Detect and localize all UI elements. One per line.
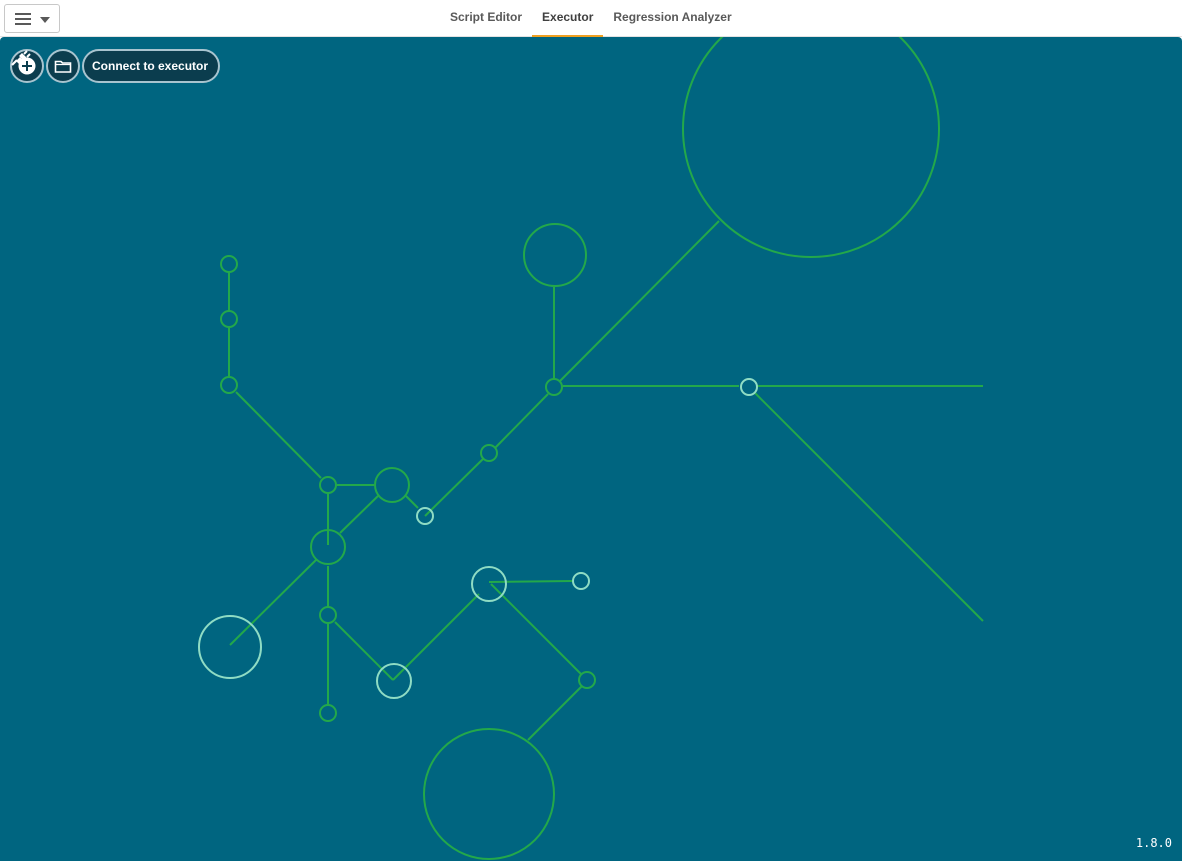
tab-script-editor[interactable]: Script Editor [440,0,532,37]
canvas-toolbar: Connect to executor [10,49,221,83]
decorative-network-graphic [198,37,984,860]
folder-icon [54,60,72,73]
menu-button[interactable] [4,4,60,33]
tab-executor[interactable]: Executor [532,0,604,37]
tab-bar: Script Editor Executor Regression Analyz… [440,0,742,37]
plug-icon [11,50,31,66]
version-label: 1.8.0 [1135,836,1172,850]
executor-canvas: Connect to executor 1.8.0 [0,37,1182,861]
connect-to-executor-button[interactable]: Connect to executor [11,49,221,83]
top-bar: Script Editor Executor Regression Analyz… [0,0,1182,37]
connect-button-label: Connect to executor [92,59,209,73]
chevron-down-icon [40,17,50,23]
open-folder-button[interactable] [46,49,80,83]
tab-regression-analyzer[interactable]: Regression Analyzer [603,0,741,37]
hamburger-menu-icon [15,13,31,25]
